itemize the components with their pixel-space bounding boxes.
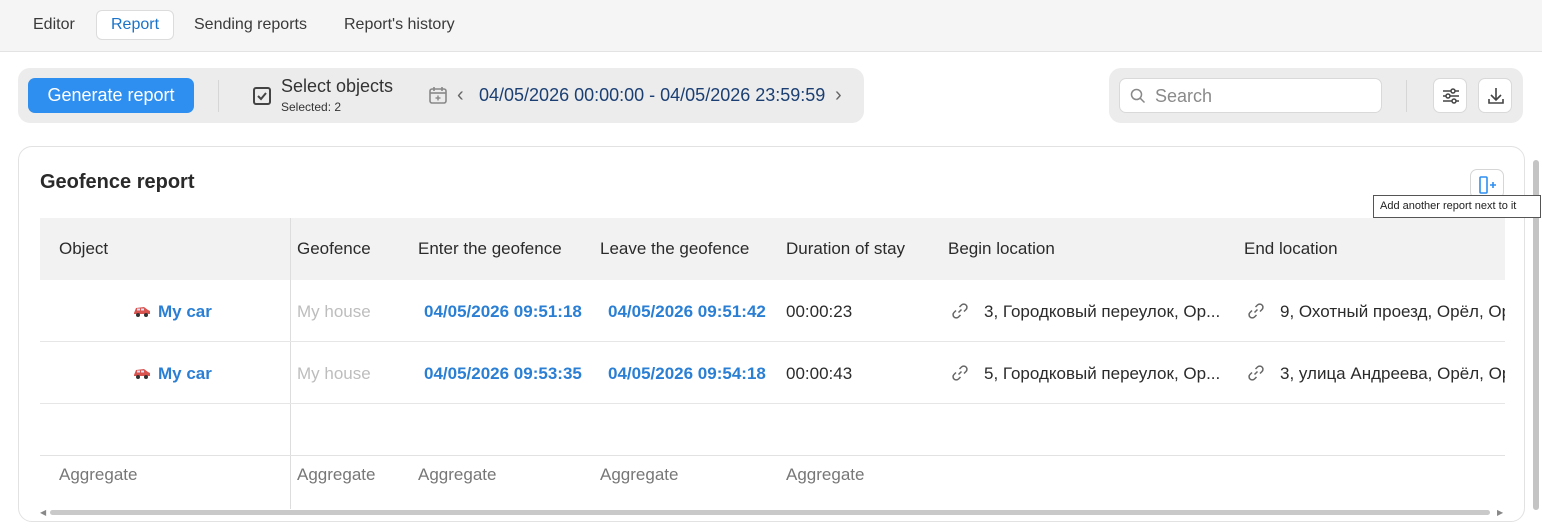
object-link[interactable]: My car (158, 302, 212, 322)
aggregate-enter: Aggregate (418, 465, 497, 484)
select-objects-button[interactable]: Select objects (281, 76, 393, 97)
report-panel: Geofence report Object Geofence Enter th… (18, 146, 1525, 522)
link-icon[interactable] (1247, 364, 1265, 387)
toolbar-divider (218, 80, 219, 112)
aggregate-geofence: Aggregate (297, 465, 376, 484)
sliders-icon (1443, 88, 1459, 104)
column-header-enter[interactable]: Enter the geofence (418, 239, 562, 259)
car-icon (133, 366, 151, 385)
geofence-name: My house (297, 302, 371, 321)
horizontal-scroll-thumb[interactable] (50, 510, 1490, 515)
begin-location: 3, Городковый переулок, Ор... (984, 302, 1221, 321)
search-placeholder: Search (1155, 86, 1213, 106)
link-icon[interactable] (951, 302, 969, 325)
duration-value: 00:00:43 (786, 364, 853, 383)
add-report-tooltip: Add another report next to it (1373, 195, 1541, 218)
link-icon[interactable] (951, 364, 969, 387)
tab-bar: Editor Report Sending reports Report's h… (0, 0, 1542, 52)
car-icon (133, 304, 151, 323)
search-icon (1130, 88, 1146, 104)
selected-count: Selected: 2 (281, 100, 342, 114)
toolbar-divider (1406, 80, 1407, 112)
aggregate-leave: Aggregate (600, 465, 679, 484)
chevron-right-icon[interactable]: › (835, 84, 842, 106)
end-location: 9, Охотный проезд, Орёл, Ор (1280, 302, 1505, 321)
duration-value: 00:00:23 (786, 302, 853, 321)
leave-time-link[interactable]: 04/05/2026 09:54:18 (608, 364, 766, 384)
geofence-name: My house (297, 364, 371, 383)
tab-reports-history[interactable]: Report's history (330, 10, 469, 40)
table-row: My car My house 04/05/2026 09:53:35 04/0… (40, 342, 1505, 404)
chevron-left-icon[interactable]: ‹ (457, 84, 464, 106)
download-button[interactable] (1478, 78, 1512, 113)
column-header-begin-location[interactable]: Begin location (948, 239, 1055, 259)
leave-time-link[interactable]: 04/05/2026 09:51:42 (608, 302, 766, 322)
right-toolbar: Search (1109, 68, 1523, 123)
table-header: Object Geofence Enter the geofence Leave… (40, 218, 1505, 280)
download-icon (1488, 88, 1504, 104)
calendar-icon[interactable] (428, 85, 448, 110)
column-header-leave[interactable]: Leave the geofence (600, 239, 749, 259)
column-header-geofence[interactable]: Geofence (297, 239, 371, 259)
column-header-object[interactable]: Object (59, 239, 108, 259)
horizontal-scrollbar[interactable]: ◀ ▶ (40, 508, 1505, 517)
generate-report-button[interactable]: Generate report (28, 78, 194, 113)
enter-time-link[interactable]: 04/05/2026 09:51:18 (424, 302, 582, 322)
enter-time-link[interactable]: 04/05/2026 09:53:35 (424, 364, 582, 384)
table-row: My car My house 04/05/2026 09:51:18 04/0… (40, 280, 1505, 342)
link-icon[interactable] (1247, 302, 1265, 325)
checkbox-checked-icon[interactable] (253, 87, 271, 105)
report-toolbar: Generate report Select objects Selected:… (18, 68, 864, 123)
report-title: Geofence report (40, 171, 195, 193)
column-header-end-location[interactable]: End location (1244, 239, 1338, 259)
column-header-duration[interactable]: Duration of stay (786, 239, 905, 259)
object-link[interactable]: My car (158, 364, 212, 384)
tab-editor[interactable]: Editor (19, 10, 89, 40)
scroll-right-icon[interactable]: ▶ (1497, 508, 1503, 517)
settings-button[interactable] (1433, 78, 1467, 113)
end-location: 3, улица Андреева, Орёл, Ор (1280, 364, 1505, 383)
tab-sending-reports[interactable]: Sending reports (180, 10, 321, 40)
begin-location: 5, Городковый переулок, Ор... (984, 364, 1221, 383)
aggregate-object: Aggregate (59, 465, 138, 484)
aggregate-duration: Aggregate (786, 465, 865, 484)
scroll-left-icon[interactable]: ◀ (40, 508, 46, 517)
tab-report[interactable]: Report (96, 10, 175, 40)
add-column-icon (1479, 176, 1496, 194)
aggregate-divider (40, 455, 1505, 456)
period-range[interactable]: 04/05/2026 00:00:00 - 04/05/2026 23:59:5… (479, 85, 825, 106)
search-input[interactable]: Search (1119, 78, 1382, 113)
